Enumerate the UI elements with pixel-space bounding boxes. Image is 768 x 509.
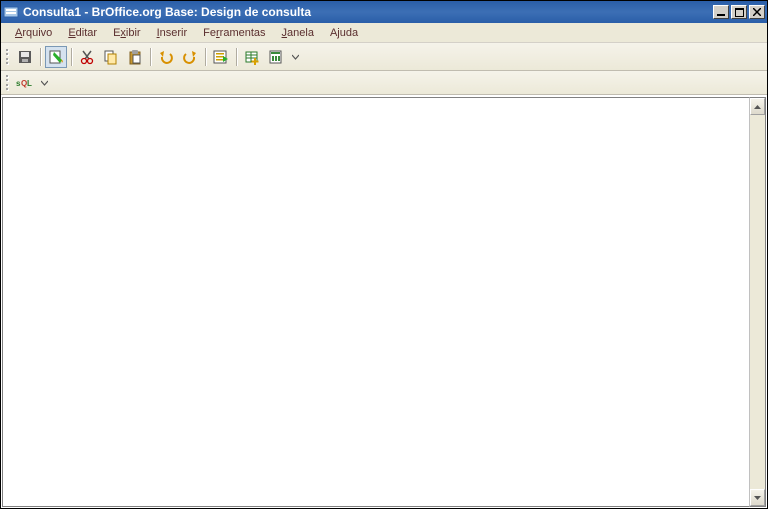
functions-icon <box>268 49 284 65</box>
chevron-down-icon <box>41 78 48 88</box>
redo-button[interactable] <box>179 46 201 68</box>
scroll-up-button[interactable] <box>750 98 765 115</box>
design-canvas[interactable] <box>2 97 749 507</box>
menu-exibir[interactable]: Exibir <box>105 25 149 41</box>
chevron-up-icon <box>754 105 761 109</box>
toolbar-overflow-button[interactable] <box>39 72 49 94</box>
run-query-icon <box>213 49 229 65</box>
edit-mode-icon <box>48 49 64 65</box>
menu-inserir[interactable]: Inserir <box>149 25 196 41</box>
svg-text:L: L <box>27 79 32 88</box>
save-icon <box>17 49 33 65</box>
toolbar-separator <box>205 48 206 66</box>
copy-button[interactable] <box>100 46 122 68</box>
paste-icon <box>127 49 143 65</box>
minimize-button[interactable] <box>713 5 729 19</box>
sql-toolbar: s Q L <box>1 71 767 95</box>
run-query-button[interactable] <box>210 46 232 68</box>
scroll-down-button[interactable] <box>750 489 765 506</box>
menu-editar[interactable]: Editar <box>60 25 105 41</box>
cut-icon <box>79 49 95 65</box>
toolbar-grip[interactable] <box>5 48 9 66</box>
undo-button[interactable] <box>155 46 177 68</box>
svg-text:s: s <box>16 79 21 88</box>
functions-button[interactable] <box>265 46 287 68</box>
toolbar-separator <box>71 48 72 66</box>
app-icon <box>3 4 19 20</box>
main-toolbar <box>1 43 767 71</box>
window-title: Consulta1 - BrOffice.org Base: Design de… <box>23 5 711 19</box>
copy-icon <box>103 49 119 65</box>
cut-button[interactable] <box>76 46 98 68</box>
titlebar: Consulta1 - BrOffice.org Base: Design de… <box>1 1 767 23</box>
add-table-icon <box>244 49 260 65</box>
vertical-scrollbar[interactable] <box>749 97 766 507</box>
menubar: Arquivo Editar Exibir Inserir Ferramenta… <box>1 23 767 43</box>
edit-mode-button[interactable] <box>45 46 67 68</box>
toolbar-separator <box>236 48 237 66</box>
menu-ajuda[interactable]: Ajuda <box>322 25 366 41</box>
toolbar-overflow-button[interactable] <box>290 46 300 68</box>
run-sql-direct-button[interactable]: s Q L <box>14 72 36 94</box>
toolbar-separator <box>150 48 151 66</box>
add-table-button[interactable] <box>241 46 263 68</box>
menu-ferramentas[interactable]: Ferramentas <box>195 25 273 41</box>
run-sql-direct-icon: s Q L <box>15 75 35 91</box>
save-button[interactable] <box>14 46 36 68</box>
close-button[interactable] <box>749 5 765 19</box>
svg-text:Q: Q <box>21 79 27 88</box>
undo-icon <box>158 49 174 65</box>
chevron-down-icon <box>292 52 299 62</box>
redo-icon <box>182 49 198 65</box>
toolbar-separator <box>40 48 41 66</box>
paste-button[interactable] <box>124 46 146 68</box>
maximize-button[interactable] <box>731 5 747 19</box>
scroll-track[interactable] <box>750 115 765 489</box>
menu-arquivo[interactable]: Arquivo <box>7 25 60 41</box>
chevron-down-icon <box>754 496 761 500</box>
toolbar-grip[interactable] <box>5 74 9 92</box>
window-controls <box>711 5 765 19</box>
query-design-area <box>1 95 767 508</box>
menu-janela[interactable]: Janela <box>274 25 322 41</box>
